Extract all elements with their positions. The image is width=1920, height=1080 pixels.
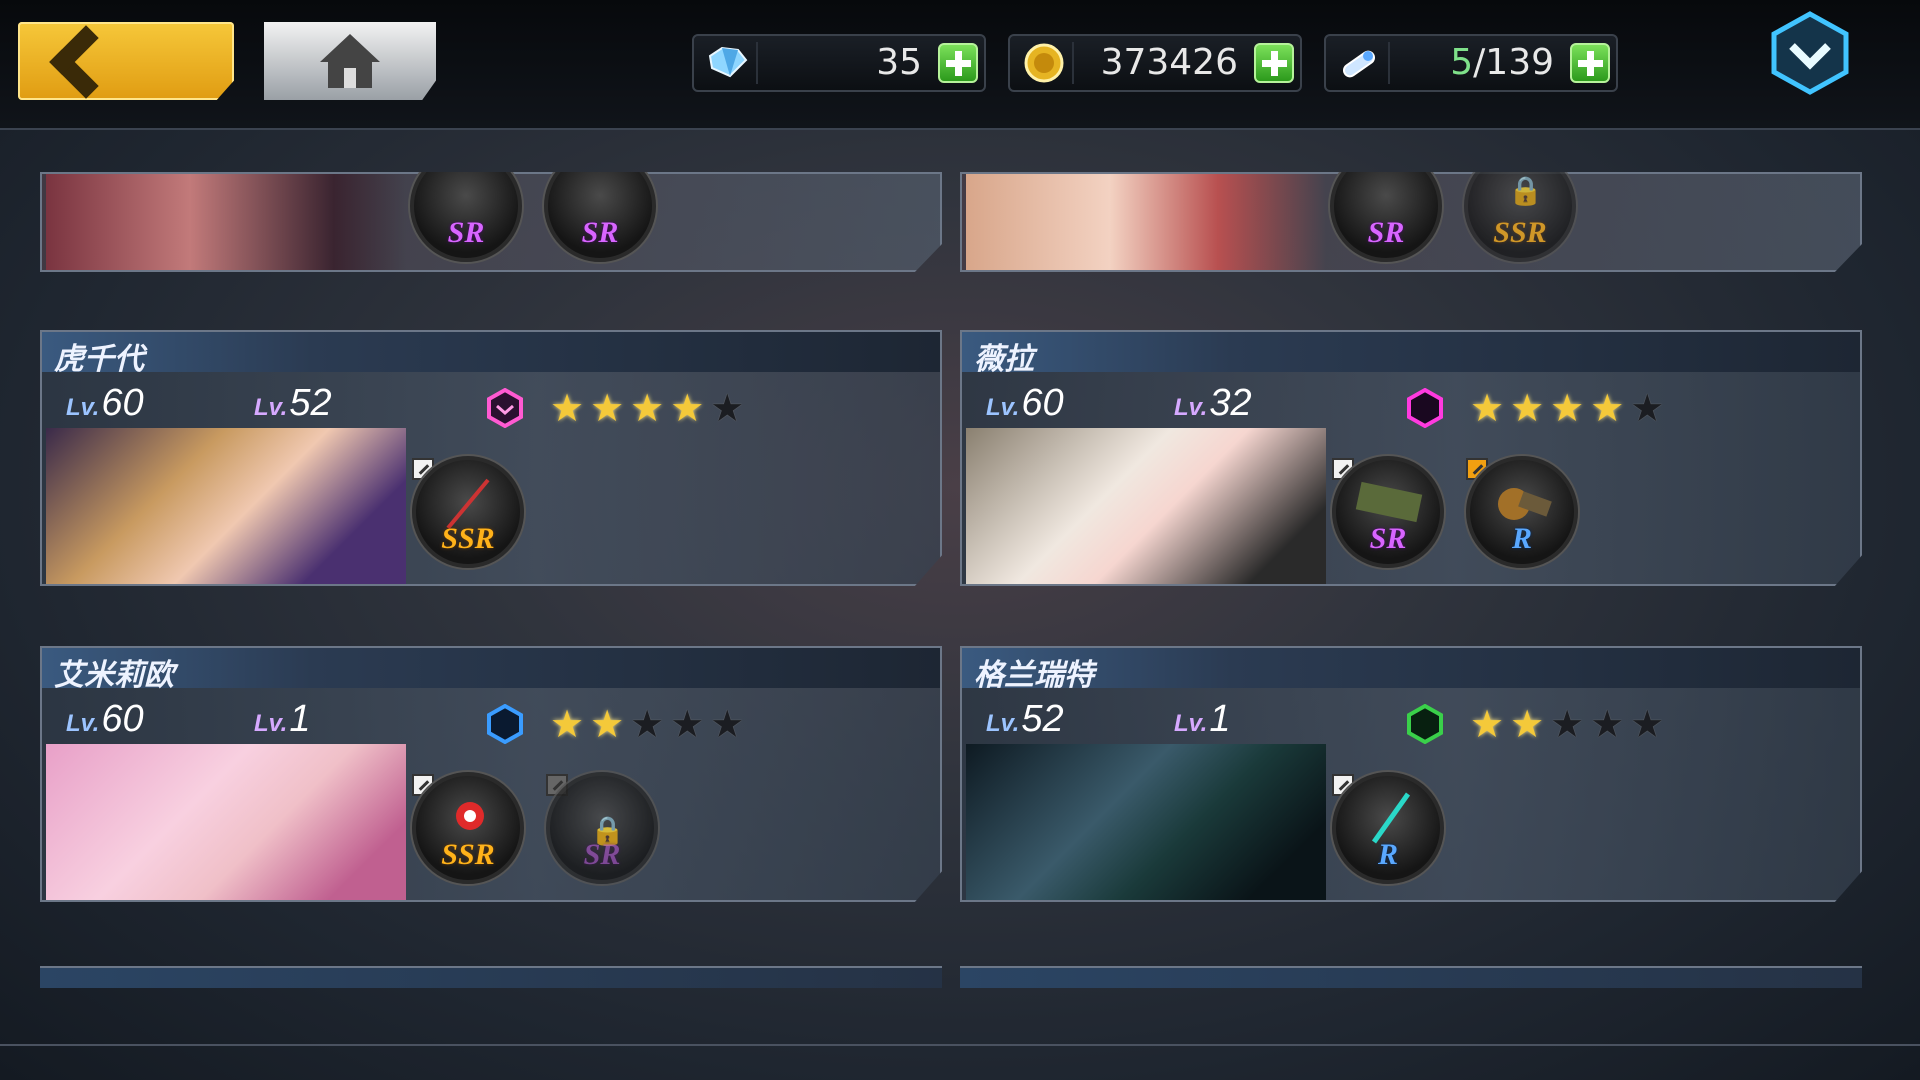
character-portrait [46, 174, 406, 270]
equip-slot[interactable]: SR [410, 172, 522, 262]
add-gems-button[interactable] [938, 43, 978, 83]
star-rating: ★★★★★ [1470, 386, 1671, 430]
name-bar: 薇拉 [962, 332, 1860, 377]
character-card-partial[interactable]: SR 🔒 SSR [960, 172, 1862, 272]
flower-icon [456, 802, 484, 830]
character-card[interactable]: 虎千代 Lv.60 Lv.52 ★★★★★ SSR [40, 330, 942, 586]
character-name: 艾米莉欧 [54, 658, 174, 693]
home-icon [320, 34, 380, 88]
character-portrait [966, 428, 1326, 584]
character-level: Lv.60 [66, 698, 144, 740]
character-portrait [966, 174, 1326, 270]
equip-slot[interactable]: SSR [412, 456, 524, 568]
weapon-level: Lv.52 [254, 382, 332, 424]
lock-icon: 🔒 [1508, 174, 1543, 207]
name-bar: 虎千代 [42, 332, 940, 377]
element-hex-icon [487, 388, 523, 428]
rarity-label: SR [1369, 522, 1407, 555]
character-portrait [46, 428, 406, 584]
character-name: 薇拉 [974, 342, 1034, 377]
home-button[interactable] [264, 22, 436, 100]
death-box-icon [1355, 481, 1423, 523]
rarity-label: SR [583, 838, 621, 871]
equip-slot[interactable]: R [1332, 772, 1444, 884]
equip-slot[interactable]: SR [1332, 456, 1444, 568]
equip-slot[interactable]: SR [544, 172, 656, 262]
chevron-down-icon [1771, 11, 1849, 95]
character-name: 虎千代 [54, 342, 144, 377]
element-hex-icon [1407, 388, 1443, 428]
weapon-level: Lv.1 [1174, 698, 1231, 740]
add-stamina-button[interactable] [1570, 43, 1610, 83]
equip-slot-locked[interactable]: 🔒 SR [546, 772, 658, 884]
character-card[interactable]: 格兰瑞特 Lv.52 Lv.1 ★★★★★ R [960, 646, 1862, 902]
bottom-divider [0, 1044, 1920, 1046]
character-portrait [966, 744, 1326, 900]
rarity-label: SR [447, 216, 485, 249]
rarity-label: SR [581, 216, 619, 249]
gold-coin-icon [1016, 42, 1074, 84]
equip-slot-locked[interactable]: 🔒 SSR [1464, 172, 1576, 262]
back-button[interactable] [18, 22, 234, 100]
character-card-partial[interactable] [40, 966, 942, 988]
character-card[interactable]: 薇拉 Lv.60 Lv.32 ★★★★★ SR R [960, 330, 1862, 586]
name-bar: 格兰瑞特 [962, 648, 1860, 693]
equip-slot[interactable]: SR [1330, 172, 1442, 262]
character-level: Lv.60 [986, 382, 1064, 424]
character-card-partial[interactable]: SR SR [40, 172, 942, 272]
weapon-level: Lv.32 [1174, 382, 1252, 424]
star-rating: ★★★★★ [1470, 702, 1671, 746]
gold-count: 373426 [1100, 42, 1238, 83]
stamina-count: 5/139 [1450, 42, 1554, 83]
top-bar: 35 373426 5/139 [0, 0, 1920, 130]
rarity-label: SR [1367, 216, 1405, 249]
character-card[interactable]: 艾米莉欧 Lv.60 Lv.1 ★★★★★ SSR 🔒 SR [40, 646, 942, 902]
gold-counter: 373426 [1008, 34, 1302, 92]
rarity-label: R [1377, 838, 1398, 871]
stamina-potion-icon [1332, 42, 1390, 84]
equip-slot[interactable]: R [1466, 456, 1578, 568]
menu-dropdown-button[interactable] [1768, 10, 1852, 96]
stamina-counter: 5/139 [1324, 34, 1618, 92]
weapon-level: Lv.1 [254, 698, 311, 740]
equip-slot[interactable]: SSR [412, 772, 524, 884]
star-rating: ★★★★★ [550, 386, 751, 430]
add-gold-button[interactable] [1254, 43, 1294, 83]
character-portrait [46, 744, 406, 900]
star-rating: ★★★★★ [550, 702, 751, 746]
rarity-label: SSR [441, 522, 495, 555]
rarity-label: R [1511, 522, 1532, 555]
element-hex-icon [1407, 704, 1443, 744]
rarity-label: SSR [441, 838, 495, 871]
chevron-left-icon [49, 25, 123, 99]
character-level: Lv.60 [66, 382, 144, 424]
element-hex-icon [487, 704, 523, 744]
gem-count: 35 [876, 42, 922, 83]
character-name: 格兰瑞特 [974, 658, 1094, 693]
gem-counter: 35 [692, 34, 986, 92]
rarity-label: SSR [1493, 216, 1547, 249]
character-card-partial[interactable] [960, 966, 1862, 988]
character-level: Lv.52 [986, 698, 1064, 740]
name-bar: 艾米莉欧 [42, 648, 940, 693]
gem-icon [700, 42, 758, 84]
